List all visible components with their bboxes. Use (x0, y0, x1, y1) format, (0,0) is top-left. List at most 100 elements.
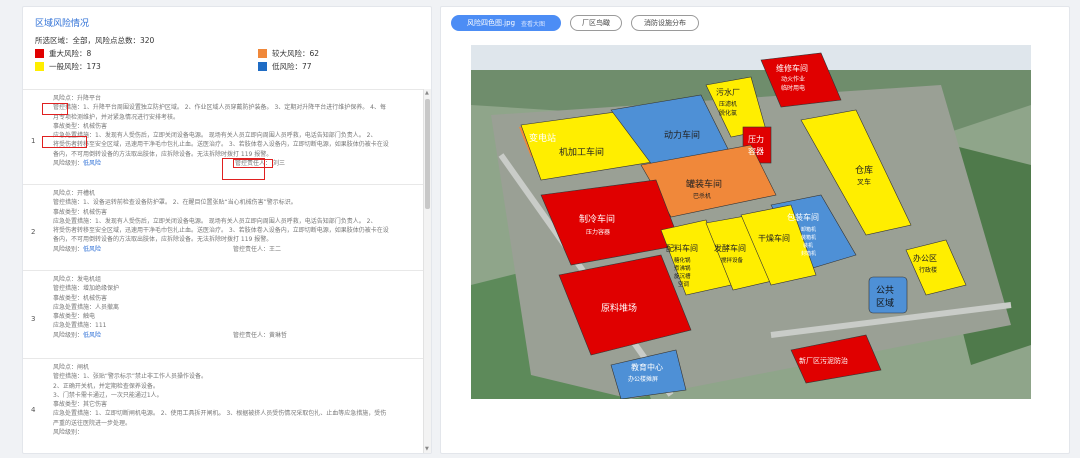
legend-major[interactable]: 重大风险：8 (35, 48, 91, 59)
scroll-thumb[interactable] (425, 99, 430, 209)
label-repair-2: 临时用电 (781, 84, 805, 92)
view-large-link[interactable]: 查看大图 (521, 19, 545, 28)
emergency-measures: 应急处置措施：人员撤离 (53, 303, 120, 311)
label-repair-0: 维修车间 (776, 63, 808, 73)
tab-label: 厂区鸟瞰 (582, 19, 610, 27)
legend-low[interactable]: 低风险：77 (258, 61, 312, 72)
owner-value: 刘三 (273, 160, 286, 168)
emergency-measures: 应急处置措施：111 (53, 322, 107, 330)
risk-overview-panel: 区域风险情况 所选区域：全部，风险点总数：320 重大风险：8 较大风险：62 … (22, 6, 432, 454)
risk-level-field: 风险级别：低风险 (53, 245, 101, 254)
legend-label: 一般风险：173 (49, 62, 101, 71)
owner-value: 黄琳哲 (269, 331, 288, 339)
tab-fire-facilities[interactable]: 消防设施分布 (631, 15, 699, 31)
risk-level-value: 低风险 (83, 245, 102, 253)
label-dry: 干燥车间 (758, 233, 790, 243)
row-index: 4 (31, 406, 36, 414)
label-repair-1: 动火作业 (781, 75, 805, 83)
list-scrollbar[interactable]: ▲ ▼ (423, 89, 431, 453)
legend-label: 较大风险：62 (272, 49, 320, 58)
accident-type: 事故类型：其它伤害 (53, 401, 108, 409)
label-packing-2: 装箱机 (801, 234, 816, 241)
owner-field: 管控责任人：黄琳哲 (233, 331, 287, 340)
label-packing-1: 卸箱机 (801, 226, 816, 233)
control-measures: 管控措施：1、升降平台周围设置独立防护区域。 2、作业区域人员穿戴防护装备。 3… (53, 104, 386, 112)
label-canning-0: 罐装车间 (686, 178, 722, 190)
label-cooling-0: 制冷车间 (579, 213, 615, 225)
label-sewage-0: 污水厂 (716, 87, 740, 97)
risk-point: 风险点：升降平台 (53, 95, 102, 102)
panel-title: 区域风险情况 (35, 19, 90, 29)
emergency-measures-cont: 将受伤者转移至安全区域，迅速用干净毛巾包扎止血。送医治疗。 3、若肢体卷入设备内… (53, 227, 389, 235)
legend-swatch-large (258, 49, 267, 58)
owner-value: 王二 (269, 245, 282, 253)
emergency-measures: 应急处置措施：1、发现有人受伤后，立即关闭设备电源。 现场有关人员立即向周围人员… (53, 132, 377, 140)
legend-large[interactable]: 较大风险：62 (258, 48, 319, 59)
label-ferment-1: 搅拌设备 (721, 256, 744, 264)
row-content: 风险点：闸机 管控措施：1、张贴“警示标示”禁止非工作人员操作设备。 2、正确开… (53, 363, 408, 438)
legend-general[interactable]: 一般风险：173 (35, 61, 101, 72)
legend-label: 重大风险：8 (49, 49, 92, 58)
risk-point: 风险点：开槽机 (53, 190, 96, 197)
label-batching-3: 旋沉槽 (674, 272, 691, 280)
risk-level-field: 风险级别：低风险 (53, 159, 101, 168)
risk-point-list[interactable]: 1 风险点：升降平台 管控措施：1、升降平台周围设置独立防护区域。 2、作业区域… (23, 89, 423, 453)
map-svg: 变电站 机加工车间 动力车间 污水厂 压滤机 脱化氯 维修车间 动火作业 临时用… (471, 45, 1031, 399)
label-public-1: 区域 (876, 297, 894, 309)
label-pressure-1: 容器 (748, 146, 764, 156)
table-row[interactable]: 1 风险点：升降平台 管控措施：1、升降平台周围设置独立防护区域。 2、作业区域… (23, 90, 423, 185)
row-footer: 风险级别：低风险 管控责任人：王二 (53, 245, 408, 255)
risk-point: 风险点：闸机 (53, 364, 90, 371)
control-measures-cont: 月专项检测维护，并对紧急情况进行安排考核。 (53, 113, 180, 121)
highlight-box-measures (42, 103, 68, 115)
label-new-site: 新厂区污泥防治 (799, 356, 848, 365)
accident-type: 事故类型：触电 (53, 313, 96, 321)
label-packing-4: 封箱机 (801, 250, 816, 257)
label-cooling-1: 压力容器 (586, 228, 610, 236)
risk-four-color-map[interactable]: 变电站 机加工车间 动力车间 污水厂 压滤机 脱化氯 维修车间 动火作业 临时用… (471, 45, 1031, 399)
label-machining: 机加工车间 (559, 146, 604, 158)
emergency-measures-cont: 将受伤者转移至安全区域，迅速用干净毛巾包扎止血。送医治疗。 3、若肢体卷入设备内… (53, 141, 389, 149)
label-warehouse-0: 仓库 (855, 164, 873, 176)
highlight-box-owner (222, 158, 265, 180)
label-packing-0: 包装车间 (787, 212, 819, 222)
tab-risk-map[interactable]: 风险四色图.jpg 查看大图 (451, 15, 561, 31)
control-measures-cont: 2、正确开关机，并定期检查保养设备。 (53, 382, 159, 390)
label-warehouse-1: 叉车 (857, 177, 871, 186)
label-pressure-0: 压力 (748, 134, 764, 144)
label-power: 动力车间 (664, 129, 700, 141)
risk-legend: 重大风险：8 较大风险：62 一般风险：173 低风险：77 (35, 48, 335, 78)
table-row[interactable]: 4 风险点：闸机 管控措施：1、张贴“警示标示”禁止非工作人员操作设备。 2、正… (23, 359, 423, 453)
label-canning-1: 巴杀机 (693, 192, 711, 200)
label-packing-3: 装机 (803, 242, 813, 249)
legend-swatch-major (35, 49, 44, 58)
scroll-down-icon[interactable]: ▼ (425, 446, 429, 452)
scroll-up-icon[interactable]: ▲ (425, 90, 429, 96)
legend-swatch-low (258, 62, 267, 71)
emergency-measures-cont: 严重的送往医院进一步处理。 (53, 419, 132, 427)
risk-level-label: 风险级别： (53, 245, 84, 253)
row-content: 风险点：发电机组 管控措施：增加绝缘保护 事故类型：机械伤害 应急处置措施：人员… (53, 275, 408, 341)
tab-plant-aerial[interactable]: 厂区鸟瞰 (570, 15, 622, 31)
control-measures-cont: 3、门禁卡需卡通过，一次只能通过1人。 (53, 391, 163, 399)
accident-type: 事故类型：机械伤害 (53, 208, 108, 216)
risk-level-value: 低风险 (83, 331, 102, 339)
owner-label: 管控责任人： (233, 331, 270, 339)
label-batching-1: 糖化锅 (674, 256, 691, 264)
row-index: 1 (31, 137, 36, 145)
table-row[interactable]: 3 风险点：发电机组 管控措施：增加绝缘保护 事故类型：机械伤害 应急处置措施：… (23, 271, 423, 359)
sky-area (471, 45, 1031, 70)
tab-label: 风险四色图.jpg (466, 19, 516, 27)
control-measures: 管控措施：1、张贴“警示标示”禁止非工作人员操作设备。 (53, 373, 208, 381)
row-content: 风险点：开槽机 管控措施：1、设备运转前检查设备防护罩。 2、在醒目位置张贴“当… (53, 189, 408, 255)
label-sewage-1: 压滤机 (719, 100, 737, 108)
risk-level-label: 风险级别： (53, 160, 84, 168)
label-batching-4: 空调 (678, 280, 690, 288)
risk-level-label: 风险级别： (53, 429, 84, 437)
risk-summary: 所选区域：全部，风险点总数：320 (35, 36, 155, 45)
row-index: 2 (31, 227, 36, 236)
table-row[interactable]: 2 风险点：开槽机 管控措施：1、设备运转前检查设备防护罩。 2、在醒目位置张贴… (23, 185, 423, 271)
risk-level-field: 风险级别：低风险 (53, 331, 101, 340)
risk-level-label: 风险级别： (53, 331, 84, 339)
label-batching-0: 配料车间 (666, 243, 698, 253)
